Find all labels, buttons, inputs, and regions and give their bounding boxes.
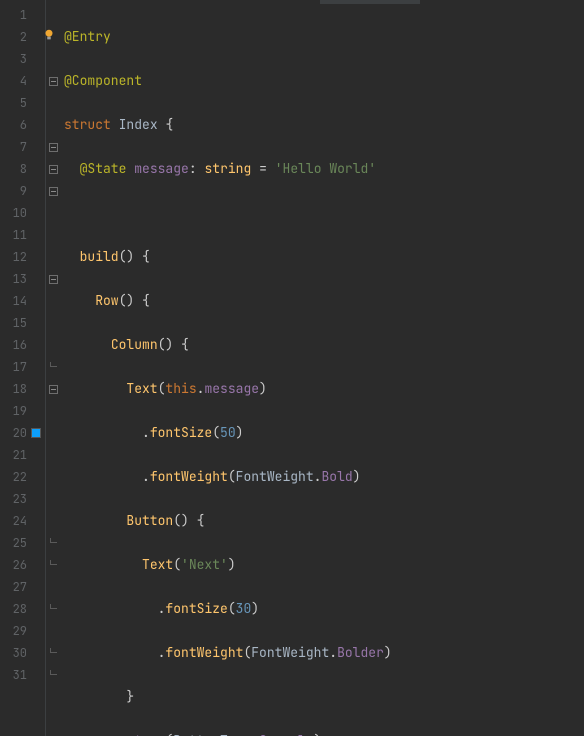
line-number: 31: [13, 664, 27, 686]
line-number: 9: [20, 180, 27, 202]
fold-end-icon: [50, 604, 57, 609]
code-line[interactable]: struct Index {: [64, 114, 584, 136]
code-line[interactable]: @State message: string = 'Hello World': [64, 158, 584, 180]
code-line[interactable]: Text(this.message): [64, 378, 584, 400]
code-line[interactable]: Button() {: [64, 510, 584, 532]
code-line[interactable]: Text('Next'): [64, 554, 584, 576]
line-number: 8: [20, 158, 27, 180]
color-swatch-icon[interactable]: [31, 428, 41, 438]
code-line[interactable]: @Entry: [64, 26, 584, 48]
fold-end-icon: [50, 670, 57, 675]
fold-toggle-icon[interactable]: [49, 143, 58, 152]
line-number: 3: [20, 48, 27, 70]
line-number: 25: [13, 532, 27, 554]
line-number: 22: [13, 466, 27, 488]
line-number: 17: [13, 356, 27, 378]
line-number: 10: [13, 202, 27, 224]
line-number: 4: [20, 70, 27, 92]
line-number: 2: [20, 26, 27, 48]
line-number: 29: [13, 620, 27, 642]
line-number: 20: [13, 422, 27, 444]
fold-toggle-icon[interactable]: [49, 165, 58, 174]
line-number: 27: [13, 576, 27, 598]
line-number: 12: [13, 246, 27, 268]
code-editor[interactable]: 1 2 3 4 5 6 7 8 9 10 11 12 13 14 15 16 1…: [0, 0, 584, 736]
line-number: 13: [13, 268, 27, 290]
line-number: 28: [13, 598, 27, 620]
fold-end-icon: [50, 362, 57, 367]
code-line[interactable]: }: [64, 686, 584, 708]
line-number: 23: [13, 488, 27, 510]
code-line[interactable]: .fontSize(50): [64, 422, 584, 444]
line-number: 30: [13, 642, 27, 664]
line-number: 19: [13, 400, 27, 422]
code-line[interactable]: .fontSize(30): [64, 598, 584, 620]
code-line[interactable]: @Component: [64, 70, 584, 92]
code-line[interactable]: .type(ButtonType.Capsule): [64, 730, 584, 736]
fold-toggle-icon[interactable]: [49, 385, 58, 394]
fold-toggle-icon[interactable]: [49, 187, 58, 196]
code-line[interactable]: build() {: [64, 246, 584, 268]
code-line[interactable]: Row() {: [64, 290, 584, 312]
code-area[interactable]: @Entry @Component struct Index { @State …: [60, 0, 584, 736]
fold-toggle-icon[interactable]: [49, 275, 58, 284]
fold-toggle-icon[interactable]: [49, 77, 58, 86]
tab-highlight: [320, 0, 420, 4]
code-line[interactable]: [64, 202, 584, 224]
line-number: 21: [13, 444, 27, 466]
fold-end-icon: [50, 560, 57, 565]
code-line[interactable]: Column() {: [64, 334, 584, 356]
fold-column: [46, 0, 60, 736]
line-number: 11: [13, 224, 27, 246]
line-number: 1: [20, 4, 27, 26]
line-number: 5: [20, 92, 27, 114]
line-number: 16: [13, 334, 27, 356]
line-number: 24: [13, 510, 27, 532]
line-number: 18: [13, 378, 27, 400]
line-number: 15: [13, 312, 27, 334]
code-line[interactable]: .fontWeight(FontWeight.Bold): [64, 466, 584, 488]
lightbulb-icon[interactable]: [42, 28, 56, 42]
line-number: 26: [13, 554, 27, 576]
gutter: 1 2 3 4 5 6 7 8 9 10 11 12 13 14 15 16 1…: [0, 0, 46, 736]
code-line[interactable]: .fontWeight(FontWeight.Bolder): [64, 642, 584, 664]
fold-end-icon: [50, 648, 57, 653]
line-number: 14: [13, 290, 27, 312]
line-number: 7: [20, 136, 27, 158]
fold-end-icon: [50, 538, 57, 543]
line-number: 6: [20, 114, 27, 136]
